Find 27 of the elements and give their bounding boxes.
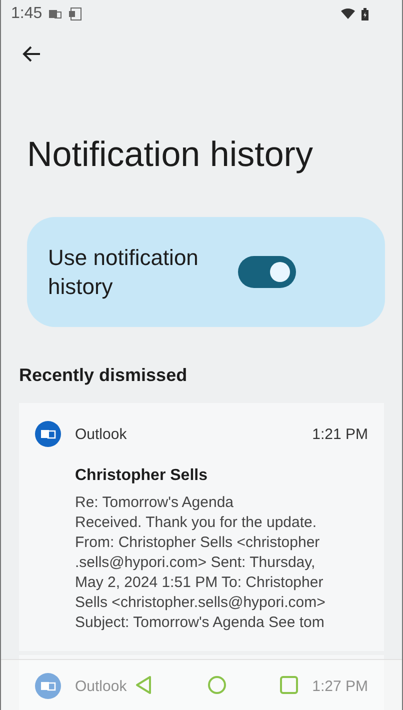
message-line: .sells@hypori.com> Sent: Thursday, bbox=[75, 553, 316, 573]
mail-app-icon bbox=[35, 421, 61, 447]
setting-label: Use notification history bbox=[48, 244, 200, 301]
message-line: Sells <christopher.sells@hypori.com> bbox=[75, 593, 326, 613]
wifi-icon bbox=[341, 8, 355, 20]
app-name: Outlook bbox=[75, 678, 127, 694]
home-circle-icon bbox=[207, 675, 227, 695]
notification-card[interactable] bbox=[19, 403, 384, 651]
toggle-switch[interactable] bbox=[238, 256, 296, 288]
mail-app-icon bbox=[35, 673, 61, 699]
status-time: 1:45 bbox=[11, 5, 42, 23]
app-name: Outlook bbox=[75, 426, 127, 442]
message-line: Received. Thank you for the update. bbox=[75, 513, 318, 533]
section-title: Recently dismissed bbox=[19, 365, 188, 386]
document-app-icon bbox=[68, 7, 82, 21]
battery-icon bbox=[361, 8, 369, 20]
sender-name: Christopher Sells bbox=[75, 467, 208, 485]
back-arrow-icon bbox=[22, 44, 42, 64]
message-line: May 2, 2024 1:51 PM To: Christopher bbox=[75, 573, 324, 593]
message-line: From: Christopher Sells <christopher bbox=[75, 533, 321, 553]
message-line: Re: Tomorrow's Agenda bbox=[75, 493, 235, 513]
page-title: Notification history bbox=[27, 135, 314, 175]
notification-time: 1:21 PM bbox=[312, 426, 368, 442]
recents-square-icon bbox=[279, 675, 299, 695]
mail-app-icon bbox=[48, 8, 62, 20]
notification-time: 1:27 PM bbox=[312, 678, 368, 694]
message-line: Subject: Tomorrow's Agenda See tom bbox=[75, 613, 326, 633]
